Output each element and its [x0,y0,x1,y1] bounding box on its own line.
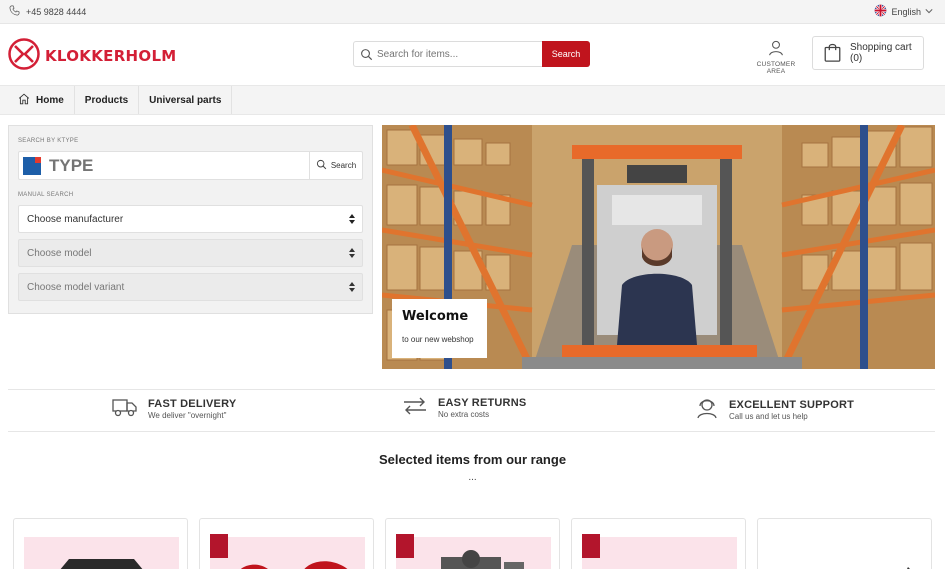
product-image [24,537,179,569]
sort-arrows-icon [349,282,355,295]
search-icon [360,48,373,61]
home-icon [18,93,30,108]
support-agent-icon [695,396,719,423]
product-card[interactable] [13,518,188,569]
phone-icon [9,5,20,18]
product-card[interactable] [571,518,746,569]
vehicle-search-panel: SEARCH BY KTYPE Search MANUAL SEARCH Cho… [8,125,373,314]
brand-badge-icon [582,534,600,558]
chevron-down-icon [925,7,933,17]
model-select[interactable]: Choose model [18,239,363,267]
benefit-desc: Call us and let us help [729,411,808,421]
main-navigation: Home Products Universal parts [0,85,945,115]
ktype-search-button[interactable]: Search [309,152,362,179]
search-input[interactable] [377,48,532,60]
uk-flag-icon [874,4,887,19]
tecdoc-logo-icon [23,156,41,175]
benefit-desc: We deliver "overnight" [148,410,227,420]
hero-banner[interactable]: Welcome to our new webshop [382,125,935,369]
ktype-input[interactable] [49,155,299,176]
benefit-excellent-support: EXCELLENT SUPPORT Call us and let us hel… [695,396,854,423]
nav-item-home[interactable]: Home [0,86,75,114]
site-header: KLOKKERHOLM Search CUSTOMER AREA Shoppin… [0,24,945,85]
brand-badge-icon [396,534,414,558]
benefit-easy-returns: EASY RETURNS No extra costs [402,396,526,419]
user-icon [768,40,784,58]
search-bar: Search [353,41,590,67]
model-variant-select[interactable]: Choose model variant [18,273,363,301]
product-image [396,537,551,569]
benefits-strip: FAST DELIVERY We deliver "overnight" EAS… [8,389,935,432]
brand-badge-icon [210,534,228,558]
brand-name: KLOKKERHOLM [45,46,177,65]
benefit-desc: No extra costs [438,409,490,419]
section-title: Selected items from our range [378,452,567,467]
search-button[interactable]: Search [542,41,590,67]
nav-label-home: Home [36,94,64,106]
welcome-title: Welcome [402,309,469,324]
benefit-title: FAST DELIVERY [148,397,237,410]
welcome-subtitle: to our new webshop [402,335,474,344]
arrows-exchange-icon [402,396,428,419]
section-dots: ... [468,472,477,483]
truck-icon [112,396,138,421]
product-carousel [13,518,933,569]
nav-label-universal-parts: Universal parts [149,94,222,106]
shopping-bag-icon [823,42,842,65]
benefit-fast-delivery: FAST DELIVERY We deliver "overnight" [112,396,236,421]
product-image [582,537,737,569]
product-card[interactable] [757,518,932,569]
search-icon [316,159,327,172]
benefit-title: EXCELLENT SUPPORT [729,398,855,411]
benefit-title: EASY RETURNS [438,396,527,409]
top-bar: +45 9828 4444 English [0,0,945,24]
ktype-search-label: Search [330,161,357,170]
phone-number: +45 9828 4444 [26,6,87,17]
language-selector[interactable]: English [874,4,933,19]
product-card[interactable] [385,518,560,569]
manual-search-label: MANUAL SEARCH [18,192,74,198]
sort-arrows-icon [349,214,355,227]
manufacturer-select-value: Choose manufacturer [27,213,124,225]
ktype-label: SEARCH BY KTYPE [18,138,79,144]
nav-label-products: Products [84,94,129,106]
customer-area-label: CUSTOMER AREA [756,61,796,75]
welcome-card: Welcome to our new webshop [392,299,487,358]
model-select-value: Choose model [27,247,92,259]
phone-contact[interactable]: +45 9828 4444 [9,5,86,18]
product-card[interactable] [199,518,374,569]
language-label: English [891,6,921,17]
sort-arrows-icon [349,248,355,261]
nav-item-products[interactable]: Products [75,86,140,114]
customer-area-link[interactable]: CUSTOMER AREA [749,40,803,75]
model-variant-select-value: Choose model variant [27,281,125,293]
shopping-cart-button[interactable]: Shopping cart (0) [812,36,924,70]
product-image [768,537,923,569]
manufacturer-select[interactable]: Choose manufacturer [18,205,363,233]
cart-label: Shopping cart (0) [850,42,912,64]
product-image [210,537,365,569]
ktype-search-field: Search [18,151,363,180]
brand-logo[interactable]: KLOKKERHOLM [8,38,177,73]
klokkerholm-logo-icon [8,38,40,73]
nav-item-universal-parts[interactable]: Universal parts [139,86,233,114]
